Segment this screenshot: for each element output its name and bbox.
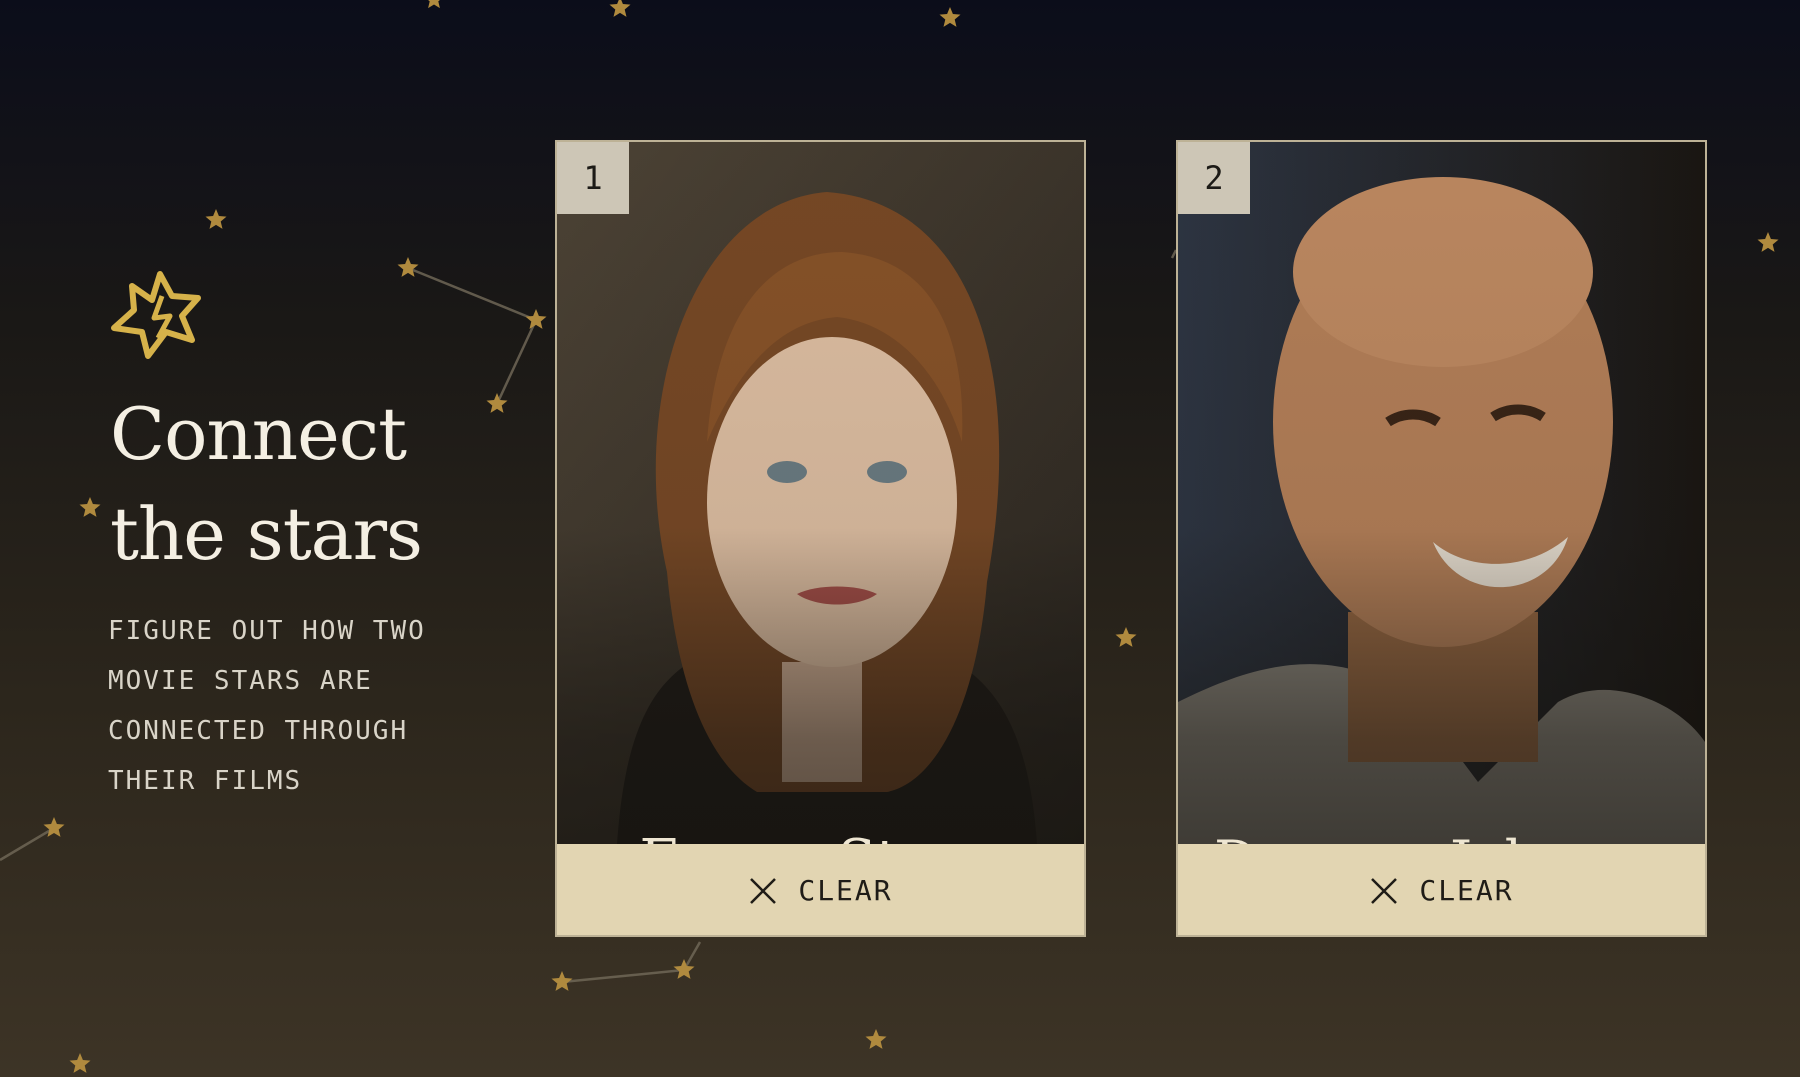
clear-button[interactable]: CLEAR [1178,844,1705,935]
star-card-1: 1 Emma Stone ♏SCORPIO CLEAR [555,140,1086,937]
background-star-icon [1115,627,1137,647]
title-line-1: Connect [110,392,407,476]
clear-button[interactable]: CLEAR [557,844,1084,935]
portrait-photo [1178,142,1705,844]
background-star-icon [1757,232,1779,252]
page-subtitle: FIGURE OUT HOW TWO MOVIE STARS ARE CONNE… [108,606,528,806]
close-icon [1371,877,1398,904]
subtitle-line: FIGURE OUT HOW TWO [108,616,426,646]
photo-shade [1178,142,1705,844]
clear-label: CLEAR [1419,874,1514,907]
background-star-icon [551,971,573,991]
star-burst-icon [111,271,201,359]
close-icon [750,877,777,904]
photo-shade [557,142,1084,844]
background-star-icon [43,817,65,837]
background-star-icon [673,959,695,979]
subtitle-line: THEIR FILMS [108,766,303,796]
background-star-icon [525,309,547,329]
background-star-icon [205,209,227,229]
background-star-icon [939,7,961,27]
card-number-badge: 2 [1178,142,1250,214]
background-star-icon [397,257,419,277]
title-line-2: the stars [110,492,423,576]
page-title: Connect the stars [110,384,423,584]
background-star-icon [609,0,631,17]
subtitle-line: CONNECTED THROUGH [108,716,409,746]
background-star-icon [428,0,440,9]
card-number-badge: 1 [557,142,629,214]
background-star-icon [69,1053,91,1073]
background-star-icon [79,497,101,517]
portrait-photo [557,142,1084,844]
subtitle-line: MOVIE STARS ARE [108,666,373,696]
clear-label: CLEAR [798,874,893,907]
star-card-2: 2 Dwayne Johnson ♉TAURUS CLEAR [1176,140,1707,937]
background-star-icon [865,1029,887,1049]
background-star-icon [486,393,508,413]
